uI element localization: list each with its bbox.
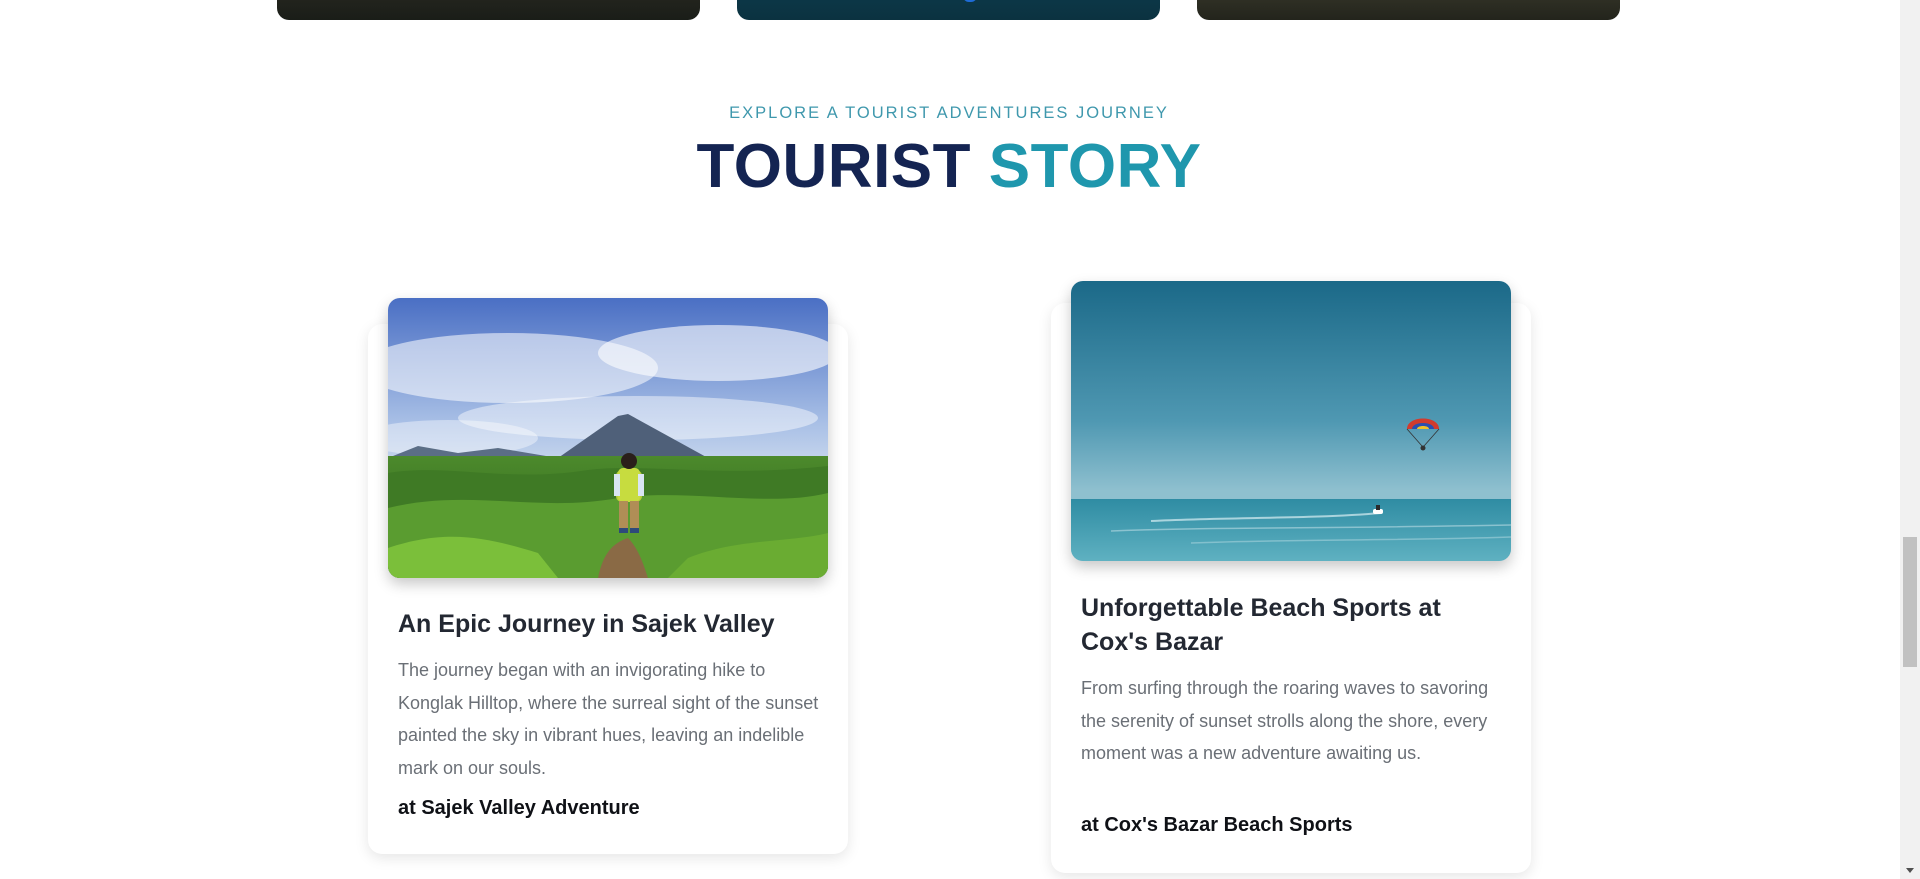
story-location: at Sajek Valley Adventure — [398, 797, 640, 819]
parasailing-sea-photo — [1071, 281, 1511, 561]
gallery-card-photo[interactable] — [737, 0, 1160, 20]
scroll-down-arrow-icon[interactable] — [1906, 868, 1914, 873]
gallery-card-photo[interactable] — [1197, 0, 1620, 20]
section-title: TOURIST STORY — [0, 132, 1898, 202]
section-subtitle: EXPLORE A TOURIST ADVENTURES JOURNEY — [729, 104, 1169, 122]
story-image[interactable] — [388, 298, 828, 578]
story-card[interactable]: Unforgettable Beach Sports at Cox's Baza… — [1051, 281, 1531, 873]
section-title-part1: TOURIST — [696, 132, 972, 201]
section-title-part2: STORY — [988, 132, 1202, 201]
vertical-scrollbar[interactable] — [1900, 0, 1920, 879]
story-title[interactable]: An Epic Journey in Sajek Valley — [398, 607, 818, 641]
story-image[interactable] — [1071, 281, 1511, 561]
scrollbar-thumb[interactable] — [1903, 537, 1917, 667]
gallery-card-photo[interactable] — [277, 0, 700, 20]
page: EXPLORE A TOURIST ADVENTURES JOURNEY TOU… — [0, 0, 1920, 879]
story-location: at Cox's Bazar Beach Sports — [1081, 814, 1353, 836]
hiker-mountain-valley-photo — [388, 298, 828, 578]
story-text: From surfing through the roaring waves t… — [1081, 678, 1489, 763]
photo-detail — [963, 0, 977, 2]
story-title[interactable]: Unforgettable Beach Sports at Cox's Baza… — [1081, 591, 1501, 659]
story-text: The journey began with an invigorating h… — [398, 660, 819, 778]
story-card[interactable]: An Epic Journey in Sajek Valley The jour… — [368, 298, 848, 854]
